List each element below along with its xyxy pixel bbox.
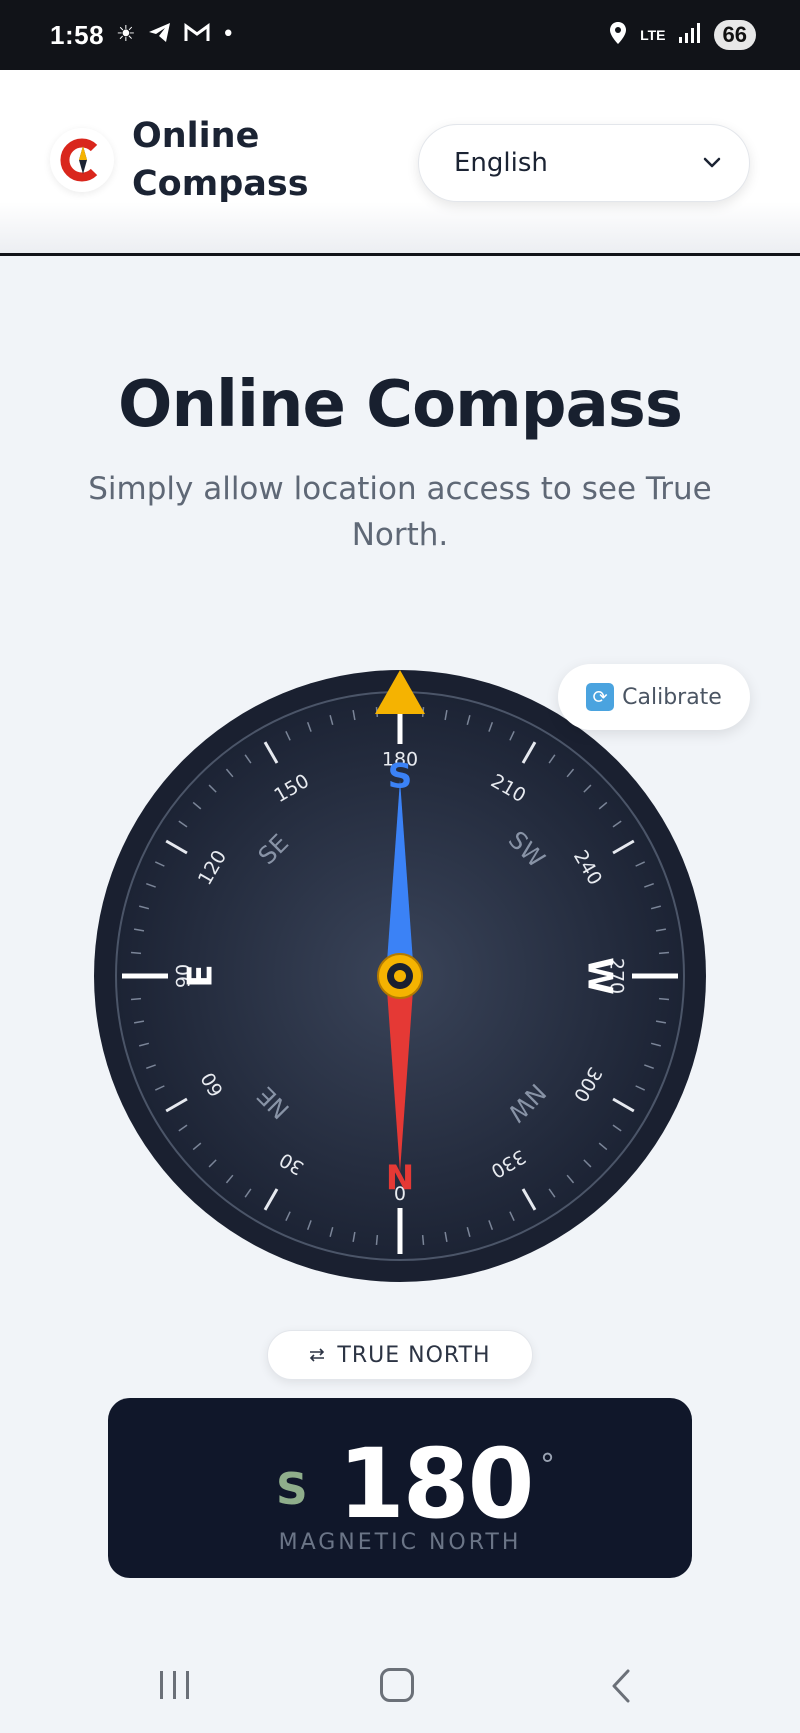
compass: 0 30 60 90 120 150 180 210 240 270 300 330 N E S W NE SE S… (92, 668, 708, 1284)
network-type: LTE (640, 27, 666, 43)
location-icon (608, 21, 628, 49)
minor-tick (130, 951, 142, 955)
dot-icon: • (221, 22, 235, 47)
status-time: 1:58 (50, 19, 105, 50)
heading-readout: S 180 ° MAGNETIC NORTH (108, 1398, 692, 1578)
heading-reference: MAGNETIC NORTH (278, 1530, 522, 1555)
chevron-down-icon (703, 154, 721, 173)
brightness-icon: ☀ (116, 22, 136, 47)
minor-tick (658, 951, 670, 955)
page-subtitle: Simply allow location access to see True… (88, 471, 712, 553)
brand-line-1: Online (132, 116, 260, 156)
signal-icon (678, 22, 702, 48)
minor-tick (375, 1234, 379, 1246)
calibrate-button[interactable]: ⟳ Calibrate (558, 664, 750, 730)
minor-tick (421, 1234, 425, 1246)
brand-name[interactable]: Online Compass (132, 112, 309, 208)
system-nav-bar (0, 1630, 800, 1733)
cardinal-label: W (580, 957, 620, 995)
brand-line-2: Compass (132, 164, 309, 204)
needle-hub-dot (394, 970, 406, 982)
home-icon[interactable] (380, 1668, 414, 1702)
compass-logo-icon[interactable] (50, 128, 114, 192)
degree-symbol: ° (540, 1448, 555, 1483)
status-bar: 1:58 ☀ • LTE 66 (0, 0, 800, 70)
recent-apps-icon[interactable] (157, 1670, 193, 1700)
calibrate-label: Calibrate (622, 684, 722, 710)
heading-direction: S (276, 1464, 308, 1515)
site-header: Online Compass English (0, 70, 800, 256)
telegram-icon (148, 22, 172, 49)
back-icon[interactable] (606, 1668, 636, 1704)
true-north-toggle[interactable]: TRUE NORTH (267, 1330, 533, 1380)
language-selected: English (454, 148, 548, 178)
compass-dial: 0306090120150180210240270300330NESWNESE S… (94, 670, 706, 1282)
language-select[interactable]: English (418, 124, 750, 202)
heading-value: 180 (338, 1428, 534, 1540)
swap-icon (309, 1343, 325, 1368)
minor-tick (658, 997, 670, 1001)
battery-level: 66 (713, 20, 756, 50)
cardinal-label: E (181, 964, 221, 987)
true-north-label: TRUE NORTH (337, 1342, 491, 1368)
gmail-icon (184, 22, 210, 48)
refresh-icon: ⟳ (586, 683, 615, 711)
page-title: Online Compass (118, 368, 683, 442)
minor-tick (130, 997, 142, 1001)
